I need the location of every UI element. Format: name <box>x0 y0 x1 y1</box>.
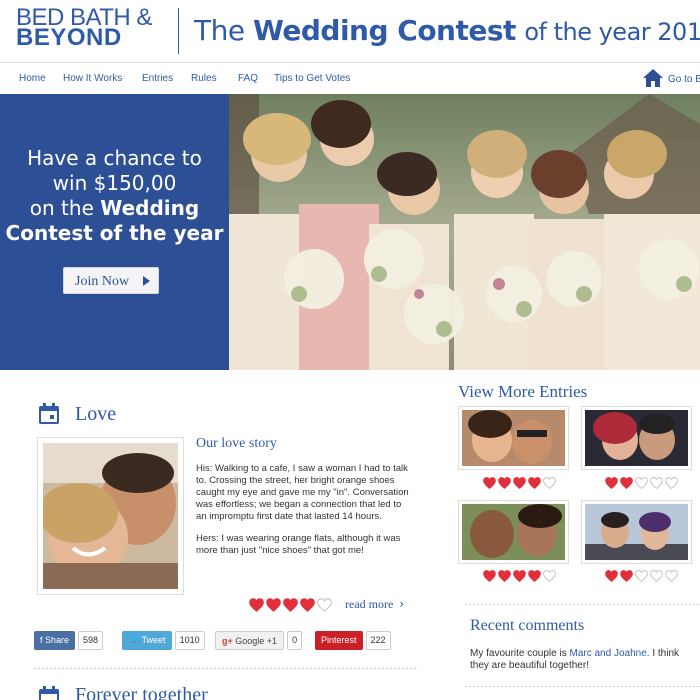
entry-thumbnail[interactable] <box>581 406 692 470</box>
page-headline: The Wedding Contest of the year 2013 <box>194 14 700 47</box>
hero-line-2: win $150,00 <box>52 171 177 195</box>
hero-banner: Have a chance to win $150,00 on the Wedd… <box>0 94 700 370</box>
tweet-count: 1010 <box>174 631 205 650</box>
story-title: Our love story <box>196 436 277 451</box>
heart-filled-icon <box>483 570 496 582</box>
heart-filled-icon <box>620 477 633 489</box>
entry-title: Love <box>75 403 117 425</box>
hero-line-3: on the Wedding <box>29 196 200 220</box>
heart-empty-icon <box>543 570 556 582</box>
site-header: BED BATH & BEYOND The Wedding Contest of… <box>0 0 700 62</box>
hero-promo-text: Have a chance to win $150,00 on the Wedd… <box>0 146 229 246</box>
story-hers: Hers: I was wearing orange flats, althou… <box>196 533 401 556</box>
calendar-icon <box>39 403 59 424</box>
heart-empty-icon <box>650 477 663 489</box>
nav-faq[interactable]: FAQ <box>238 73 258 84</box>
join-now-button[interactable]: Join Now <box>63 267 159 294</box>
heart-filled-icon <box>266 598 281 612</box>
headline-tail: of the year 2013 <box>524 18 700 46</box>
chevron-right-icon: › <box>399 597 405 611</box>
view-more-entries-title: View More Entries <box>458 382 588 401</box>
bridesmaids-photo <box>229 94 700 370</box>
heart-filled-icon <box>513 477 526 489</box>
play-arrow-icon <box>143 276 150 286</box>
facebook-share-button[interactable]: f Share <box>34 631 76 650</box>
read-more-link[interactable]: read more › <box>345 597 404 612</box>
entry-rating <box>483 477 556 489</box>
heart-filled-icon <box>605 477 618 489</box>
heart-filled-icon <box>483 477 496 489</box>
facebook-count: 598 <box>78 631 104 650</box>
entry-thumbnail[interactable] <box>458 406 569 470</box>
join-now-label: Join Now <box>75 274 130 289</box>
heart-filled-icon <box>498 570 511 582</box>
main-nav: Home How It Works Entries Rules FAQ Tips… <box>0 62 700 94</box>
brand-logo[interactable]: BED BATH & BEYOND <box>16 6 161 51</box>
couple-photo[interactable] <box>37 437 184 595</box>
hero-line-1: Have a chance to <box>27 146 202 170</box>
hero-promo-panel: Have a chance to win $150,00 on the Wedd… <box>0 94 229 370</box>
pinterest-count: 222 <box>365 631 391 650</box>
google-plus-count: 0 <box>287 631 303 650</box>
tweet-button[interactable]: 🐦 Tweet <box>122 631 172 650</box>
entry-rating <box>483 570 556 582</box>
heart-filled-icon <box>498 477 511 489</box>
heart-empty-icon <box>665 570 678 582</box>
nav-home[interactable]: Home <box>19 73 46 84</box>
love-story-text: His: Walking to a cafe, I saw a woman I … <box>196 463 411 567</box>
entry-thumbnail[interactable] <box>458 500 569 564</box>
nav-tips[interactable]: Tips to Get Votes <box>274 73 350 84</box>
heart-filled-icon <box>528 477 541 489</box>
heart-filled-icon <box>513 570 526 582</box>
heart-empty-icon <box>665 477 678 489</box>
home-icon[interactable] <box>642 68 664 88</box>
heart-empty-icon <box>317 598 332 612</box>
heart-filled-icon <box>620 570 633 582</box>
heart-empty-icon <box>635 477 648 489</box>
google-plus-button[interactable]: g+ Google +1 <box>215 631 285 650</box>
entry-thumbnail[interactable] <box>581 500 692 564</box>
heart-filled-icon <box>528 570 541 582</box>
nav-rules[interactable]: Rules <box>191 73 217 84</box>
comment-couple-link[interactable]: Marc and Joahne. <box>570 648 650 659</box>
heart-filled-icon <box>283 598 298 612</box>
entry-rating <box>605 477 678 489</box>
recent-comments-title: Recent comments <box>470 617 585 634</box>
heart-filled-icon <box>605 570 618 582</box>
sidebar-divider <box>465 686 700 687</box>
pinterest-button[interactable]: Pinterest <box>315 631 363 650</box>
facebook-share[interactable]: f Share 598 <box>34 631 104 650</box>
headline-the: The <box>194 14 245 47</box>
calendar-icon <box>39 686 59 700</box>
pinterest-share[interactable]: Pinterest 222 <box>315 631 391 650</box>
hero-line-4: Contest of the year <box>5 221 224 245</box>
logo-line-2: BEYOND <box>16 24 122 51</box>
nav-entries[interactable]: Entries <box>142 73 173 84</box>
story-his: His: Walking to a cafe, I saw a woman I … <box>196 463 409 522</box>
twitter-share[interactable]: 🐦 Tweet 1010 <box>122 631 205 650</box>
heart-empty-icon <box>543 477 556 489</box>
recent-comment: My favourite couple is Marc and Joahne. … <box>470 648 680 671</box>
heart-empty-icon <box>650 570 663 582</box>
nav-how-it-works[interactable]: How It Works <box>63 73 122 84</box>
next-entry-title[interactable]: Forever together <box>75 684 208 700</box>
google-plus-share[interactable]: g+ Google +1 0 <box>215 631 303 650</box>
headline-strong: Wedding Contest <box>252 14 516 47</box>
heart-filled-icon <box>249 598 264 612</box>
sidebar-divider <box>465 604 700 605</box>
entry-rating[interactable] <box>249 598 332 612</box>
header-divider <box>178 8 179 54</box>
section-divider <box>34 668 419 669</box>
goto-store-link[interactable]: Go to B <box>668 74 700 85</box>
entry-rating <box>605 570 678 582</box>
heart-filled-icon <box>300 598 315 612</box>
heart-empty-icon <box>635 570 648 582</box>
